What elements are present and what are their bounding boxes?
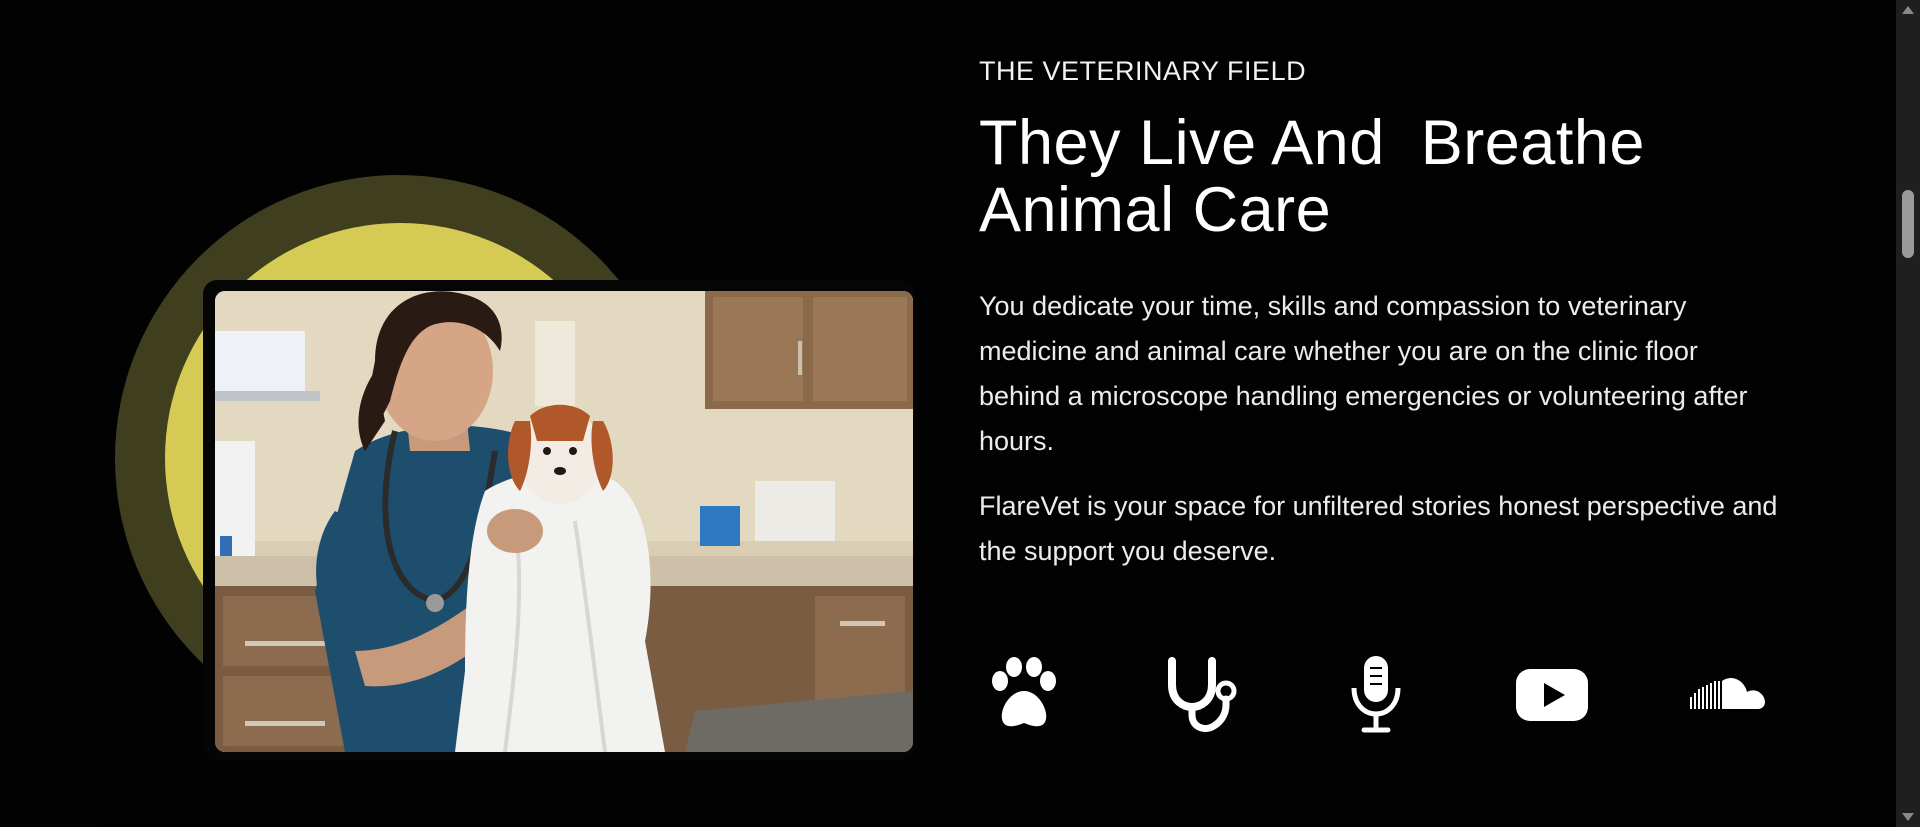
flarevet-paragraph: FlareVet is your space for unfiltered st… (979, 491, 1778, 566)
scroll-down-arrow-icon[interactable] (1902, 813, 1914, 821)
scrollbar-thumb[interactable] (1902, 190, 1914, 258)
intro-paragraph: You dedicate your time, skills and compa… (979, 291, 1748, 456)
section-headline: They Live And Breathe Animal Care (979, 108, 1645, 245)
youtube-icon[interactable] (1507, 650, 1597, 740)
scroll-up-arrow-icon[interactable] (1902, 6, 1914, 14)
page: THE VETERINARY FIELD They Live And Breat… (0, 0, 1920, 827)
microphone-icon[interactable] (1331, 650, 1421, 740)
stethoscope-icon[interactable] (1155, 650, 1245, 740)
vertical-scrollbar[interactable] (1896, 0, 1920, 827)
photo-frame (203, 280, 915, 760)
hero-media (115, 175, 915, 775)
icon-row (979, 650, 1799, 740)
soundcloud-icon[interactable] (1683, 650, 1773, 740)
paw-icon[interactable] (979, 650, 1069, 740)
vet-with-puppy-photo (215, 291, 913, 752)
intro-text: THE VETERINARY FIELD They Live And Breat… (979, 50, 1799, 574)
section-eyebrow: THE VETERINARY FIELD (979, 56, 1307, 86)
